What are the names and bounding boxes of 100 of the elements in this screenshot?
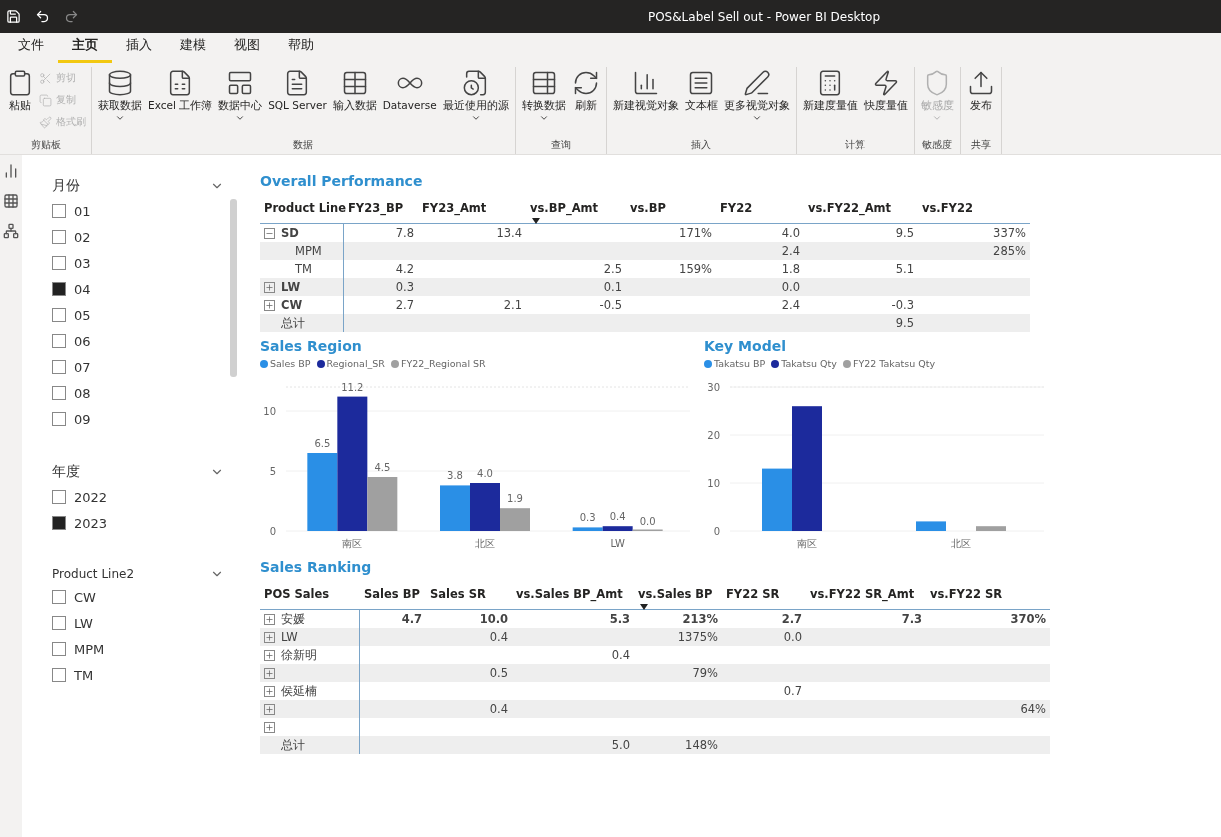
expand-icon[interactable]: [264, 613, 275, 625]
checkbox-label: TM: [74, 667, 94, 683]
legend-label: Takatsu BP: [714, 358, 766, 369]
ribbon-button[interactable]: 发布: [964, 67, 997, 138]
menu-tab[interactable]: 文件: [4, 36, 58, 63]
category-label: 北区: [475, 538, 495, 549]
checkbox[interactable]: [52, 360, 66, 374]
checkbox-label: 04: [74, 281, 91, 297]
slicer-title: 年度: [52, 463, 80, 481]
checkbox-label: 03: [74, 255, 91, 271]
model-view-icon[interactable]: [3, 223, 19, 239]
expand-icon[interactable]: [264, 281, 275, 293]
table-cell-text: 1375%: [676, 629, 719, 646]
table-cell-text: 213%: [681, 611, 719, 628]
checkbox[interactable]: [52, 230, 66, 244]
ribbon-button[interactable]: 数据中心: [216, 67, 265, 138]
checkbox[interactable]: [52, 642, 66, 656]
ribbon-button[interactable]: 新建视觉对象: [610, 67, 681, 138]
data-label: 0.0: [639, 516, 656, 527]
row-label: 徐新明: [281, 647, 317, 663]
group-label: 计算: [844, 138, 867, 152]
table-cell-text: 4.0: [780, 225, 801, 242]
window-title: POS&Label Sell out - Power BI Desktop: [646, 9, 882, 24]
ribbon-button[interactable]: Excel 工作簿: [146, 67, 215, 138]
checkbox-label: 08: [74, 385, 91, 401]
menu-tab[interactable]: 帮助: [274, 36, 328, 63]
ribbon-button[interactable]: 文本框: [682, 67, 720, 138]
checkbox[interactable]: [52, 256, 66, 270]
redo-icon[interactable]: [64, 9, 79, 24]
sort-arrow-icon: [532, 218, 540, 224]
checkbox[interactable]: [52, 412, 66, 426]
menu-tab[interactable]: 视图: [220, 36, 274, 63]
ribbon-button[interactable]: 新建度量值: [800, 67, 860, 138]
table-cell-text: 159%: [678, 261, 713, 278]
axis-tick: 10: [707, 478, 720, 489]
axis-tick: 20: [707, 430, 720, 441]
expand-icon[interactable]: [264, 703, 275, 715]
save-icon[interactable]: [6, 9, 21, 24]
table-cell-text: 0.4: [610, 647, 631, 664]
checkbox[interactable]: [52, 386, 66, 400]
checkbox-label: LW: [74, 615, 93, 631]
expand-icon[interactable]: [264, 631, 275, 643]
ribbon-button[interactable]: 获取数据: [96, 67, 144, 138]
ribbon-button[interactable]: SQL Server: [266, 67, 329, 138]
expand-icon[interactable]: [264, 649, 275, 661]
checkbox-label: 01: [74, 203, 91, 219]
table-cell-text: 9.5: [894, 315, 915, 332]
table-view-icon[interactable]: [3, 193, 19, 209]
table-cell-text: 0.0: [782, 629, 803, 646]
ribbon-button[interactable]: 输入数据: [330, 67, 379, 138]
menu-tab[interactable]: 建模: [166, 36, 220, 63]
expand-icon[interactable]: [264, 299, 275, 311]
bar: [916, 521, 946, 531]
bar: [440, 485, 470, 531]
table-cell-text: 2.7: [780, 611, 803, 628]
data-label: 4.5: [374, 462, 391, 473]
data-label: 0.3: [579, 512, 596, 524]
ribbon-button[interactable]: 粘贴: [4, 67, 36, 138]
collapse-icon[interactable]: [264, 227, 275, 239]
checkbox[interactable]: [52, 282, 66, 296]
axis-tick: 5: [269, 466, 276, 477]
checkbox[interactable]: [52, 308, 66, 322]
checkbox[interactable]: [52, 590, 66, 604]
report-view-icon[interactable]: [3, 163, 19, 179]
checkbox[interactable]: [52, 334, 66, 348]
table-cell-text: 2.4: [780, 243, 801, 260]
row-label: LW: [281, 630, 298, 644]
expand-icon[interactable]: [264, 667, 275, 679]
ribbon-button[interactable]: 刷新: [569, 67, 602, 138]
scrollbar[interactable]: [230, 199, 237, 377]
ribbon-button[interactable]: 转换数据: [519, 67, 568, 138]
checkbox-label: 05: [74, 307, 91, 323]
ribbon-button[interactable]: 快度量值: [861, 67, 910, 138]
ribbon-button[interactable]: Dataverse: [380, 67, 439, 138]
category-label: LW: [610, 538, 625, 549]
table-cell-text: 5.1: [894, 261, 915, 278]
menu-tab[interactable]: 插入: [112, 36, 166, 63]
expand-icon[interactable]: [264, 685, 275, 697]
legend-label: FY22 Takatsu Qty: [852, 358, 936, 369]
sort-arrow-icon: [640, 604, 648, 610]
slicer-title: Product Line2: [52, 567, 135, 581]
visual-title: Sales Ranking: [260, 559, 373, 575]
checkbox-label: 07: [74, 359, 91, 375]
table-cell-text: 4.2: [394, 261, 415, 278]
checkbox[interactable]: [52, 516, 66, 530]
checkbox[interactable]: [52, 668, 66, 682]
ribbon-button[interactable]: 最近使用的源: [440, 67, 511, 138]
checkbox[interactable]: [52, 616, 66, 630]
paintbrush-icon: [39, 115, 52, 129]
checkbox-label: 02: [74, 229, 91, 245]
undo-icon[interactable]: [35, 9, 50, 24]
table-cell-text: 0.4: [488, 701, 509, 718]
table-cell-text: -0.5: [598, 297, 623, 314]
table-cell-text: 2.1: [502, 297, 523, 314]
row-label: LW: [281, 280, 301, 294]
checkbox[interactable]: [52, 204, 66, 218]
checkbox[interactable]: [52, 490, 66, 504]
expand-icon[interactable]: [264, 721, 275, 733]
legend-label: Takatsu Qty: [781, 358, 837, 369]
ribbon-button[interactable]: 更多视觉对象: [721, 67, 792, 138]
